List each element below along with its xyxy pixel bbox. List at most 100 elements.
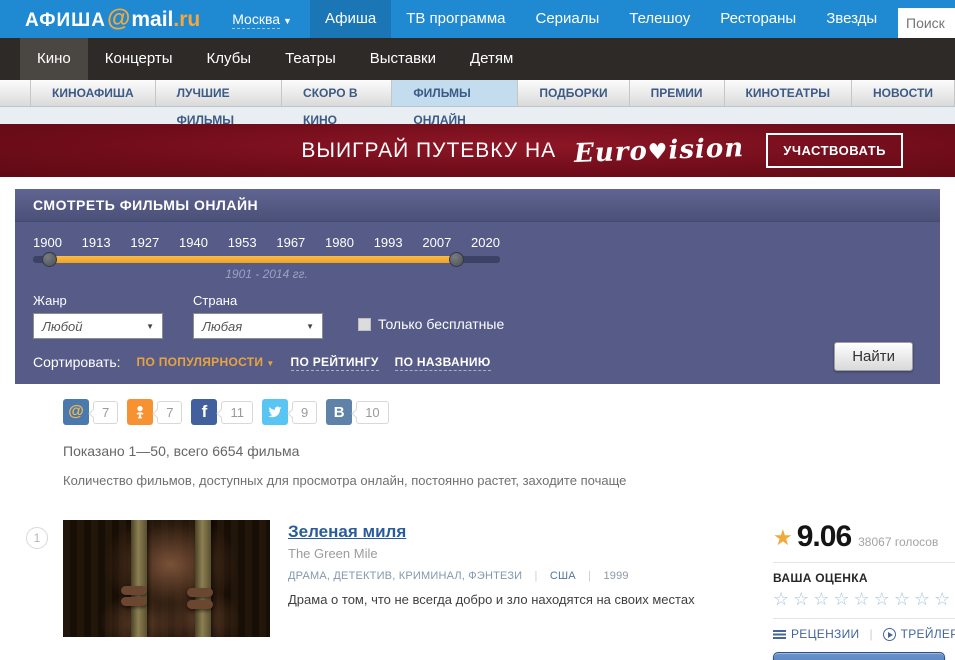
country-select[interactable]: Любая ▼ [193, 313, 323, 339]
heart-icon: ♥ [647, 138, 670, 165]
section-nav-exhibitions[interactable]: Выставки [353, 38, 453, 80]
chevron-down-icon: ▼ [306, 321, 314, 331]
mailru-share-icon[interactable]: @ [63, 399, 89, 425]
filter-panel-body: 1900 1913 1927 1940 1953 1967 1980 1993 … [15, 222, 940, 384]
year-tick: 1927 [130, 235, 160, 250]
year-tick: 2007 [422, 235, 452, 250]
afisha-mailru-logo[interactable]: АФИША @ mail .ru [25, 5, 200, 33]
results-note: Количество фильмов, доступных для просмо… [63, 473, 627, 488]
movie-country-link[interactable]: США [550, 570, 576, 582]
filter-panel-title: СМОТРЕТЬ ФИЛЬМЫ ОНЛАЙН [15, 189, 940, 222]
twitter-share-icon[interactable] [261, 399, 288, 425]
poster-art [131, 520, 148, 637]
movie-year: 1999 [603, 570, 629, 582]
odnoklassniki-share-icon[interactable] [127, 399, 154, 425]
movie-rating-block: ★ 9.06 38067 голосов ВАША ОЦЕНКА ☆☆☆☆☆☆☆… [773, 520, 955, 660]
section-nav-theatres[interactable]: Театры [268, 38, 353, 80]
participate-button[interactable]: УЧАСТВОВАТЬ [766, 133, 903, 168]
year-slider-labels: 1900 1913 1927 1940 1953 1967 1980 1993 … [33, 235, 500, 250]
user-rating-stars[interactable]: ☆☆☆☆☆☆☆☆☆☆ [773, 589, 955, 610]
header-nav-afisha[interactable]: Афиша [309, 0, 392, 38]
social-share-row: @ 7 7 f 11 9 B 10 [63, 399, 955, 425]
watch-button[interactable]: ▶Смотреть за 29 ₽ [773, 652, 945, 660]
star-icon: ★ [773, 525, 793, 550]
header-nav-stars[interactable]: Звезды [811, 0, 892, 38]
tab-news[interactable]: НОВОСТИ [852, 80, 955, 106]
header-nav-teleshow[interactable]: Телешоу [614, 0, 705, 38]
reviews-link[interactable]: РЕЦЕНЗИИ [773, 627, 859, 641]
section-nav-concerts[interactable]: Концерты [88, 38, 190, 80]
mailru-share-count: 7 [93, 400, 119, 424]
movie-poster[interactable] [63, 520, 270, 637]
facebook-share-count: 11 [221, 400, 253, 424]
poster-art [120, 585, 147, 595]
links-divider: | [869, 627, 873, 641]
movie-original-title: The Green Mile [288, 546, 378, 561]
sort-row: Сортировать: ПО ПОПУЛЯРНОСТИ ▼ ПО РЕЙТИНГ… [33, 354, 922, 371]
year-slider-fill [49, 256, 463, 263]
filter-form-row: Жанр Любой ▼ Страна Любая ▼ Только беспл… [33, 293, 922, 339]
year-slider-handle-max[interactable] [448, 252, 464, 267]
tab-films-online[interactable]: ФИЛЬМЫ ОНЛАЙН [392, 80, 519, 127]
header-nav-serials[interactable]: Сериалы [520, 0, 614, 38]
divider [773, 562, 955, 563]
section-nav-clubs[interactable]: Клубы [190, 38, 269, 80]
tab-coming-soon[interactable]: СКОРО В КИНО [282, 80, 393, 127]
year-tick: 1967 [276, 235, 306, 250]
movie-title-link[interactable]: Зеленая миля [288, 522, 406, 542]
movie-rank-badge: 1 [26, 527, 48, 549]
trailers-link[interactable]: ТРЕЙЛЕРЫ [882, 627, 955, 641]
twitter-bird-icon [268, 406, 282, 418]
vkontakte-share-icon[interactable]: B [326, 399, 353, 425]
country-select-value: Любая [202, 318, 243, 334]
sort-by-rating[interactable]: ПО РЕЙТИНГУ [290, 355, 379, 371]
list-icon [773, 629, 786, 639]
free-only-option[interactable]: Только бесплатные [358, 316, 504, 332]
genre-select-value: Любой [42, 318, 83, 334]
rating-row: ★ 9.06 38067 голосов [773, 520, 955, 554]
meta-divider: | [588, 570, 592, 582]
movie-genres-links[interactable]: ДРАМА, ДЕТЕКТИВ, КРИМИНАЛ, ФЭНТЕЗИ [288, 570, 522, 582]
search-input[interactable] [898, 8, 955, 38]
chevron-down-icon: ▼ [266, 359, 275, 368]
year-slider-handle-min[interactable] [42, 252, 58, 267]
movie-links-row: РЕЦЕНЗИИ | ТРЕЙЛЕРЫ [773, 627, 955, 641]
section-nav-kids[interactable]: Детям [453, 38, 530, 80]
year-tick: 1913 [81, 235, 111, 250]
top-header: АФИША @ mail .ru Москва ▼ Афиша ТВ програ… [0, 0, 955, 38]
header-nav-tv[interactable]: ТВ программа [391, 0, 520, 38]
facebook-share-icon[interactable]: f [191, 399, 218, 425]
results-summary: Показано 1—50, всего 6654 фильма [63, 443, 300, 459]
person-icon [136, 406, 144, 419]
year-tick: 1993 [373, 235, 403, 250]
country-field: Страна Любая ▼ [193, 293, 323, 339]
twitter-share-count: 9 [291, 400, 318, 424]
genre-select[interactable]: Любой ▼ [33, 313, 163, 339]
tab-best-films[interactable]: ЛУЧШИЕ ФИЛЬМЫ [156, 80, 283, 127]
city-selector[interactable]: Москва ▼ [232, 11, 292, 29]
votes-count: 38067 голосов [858, 535, 939, 549]
movie-description: Драма о том, что не всегда добро и зло н… [288, 592, 695, 607]
sort-label: Сортировать: [33, 354, 121, 370]
year-tick: 1940 [179, 235, 208, 250]
sort-by-title[interactable]: ПО НАЗВАНИЮ [394, 355, 491, 371]
tab-kinoafisha[interactable]: КИНОАФИША [30, 80, 156, 106]
free-only-checkbox[interactable] [358, 317, 371, 331]
sort-by-popularity[interactable]: ПО ПОПУЛЯРНОСТИ ▼ [137, 355, 275, 369]
year-tick: 1900 [33, 235, 62, 250]
poster-art [120, 597, 147, 607]
section-nav-kino[interactable]: Кино [20, 38, 88, 80]
movie-list-item: 1 Зеленая миля The Green Mile ДРАМА, ДЕТ… [0, 520, 955, 660]
year-range-label: 1901 - 2014 гг. [225, 267, 308, 281]
tab-collections[interactable]: ПОДБОРКИ [518, 80, 630, 106]
eurovision-logo: Euro♥ision [573, 132, 745, 169]
year-slider-track[interactable] [33, 252, 500, 267]
filter-panel: СМОТРЕТЬ ФИЛЬМЫ ОНЛАЙН 1900 1913 1927 19… [15, 189, 940, 384]
header-nav-restaurants[interactable]: Рестораны [705, 0, 811, 38]
movie-info: Зеленая миля The Green Mile ДРАМА, ДЕТЕК… [288, 520, 733, 660]
logo-mail-text: mail [131, 8, 174, 31]
tab-awards[interactable]: ПРЕМИИ [630, 80, 725, 106]
find-button[interactable]: Найти [834, 342, 913, 371]
tab-cinemas[interactable]: КИНОТЕАТРЫ [725, 80, 852, 106]
eurovision-banner[interactable]: ВЫИГРАЙ ПУТЕВКУ НА Euro♥ision УЧАСТВОВАТ… [0, 124, 955, 177]
